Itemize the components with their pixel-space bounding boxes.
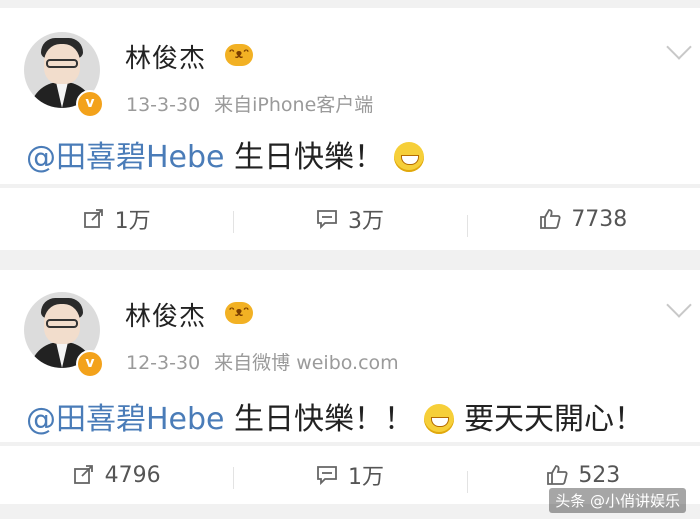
post-source[interactable]: 来自微博 weibo.com — [214, 352, 399, 374]
weibo-post-2: v 林俊杰 ᵔᴥᵔ 12-3-30 来自微博 weibo.com @田喜碧Hebe… — [0, 270, 700, 442]
mention-link[interactable]: @田喜碧Hebe — [26, 140, 225, 175]
laugh-emoji-icon — [394, 142, 425, 172]
like-button[interactable]: 523 — [466, 462, 700, 493]
action-bar-1: 1万 3万 7738 — [0, 188, 700, 250]
chevron-down-icon[interactable] — [666, 292, 692, 318]
like-icon — [547, 465, 568, 485]
comment-icon — [317, 210, 337, 230]
post-meta: 12-3-30 来自微博 weibo.com — [126, 348, 399, 375]
repost-button[interactable]: 1万 — [0, 203, 233, 235]
repost-count: 1万 — [114, 209, 151, 234]
verified-badge-icon: v — [76, 90, 104, 118]
repost-icon — [73, 465, 93, 484]
repost-count: 4796 — [104, 462, 161, 488]
post-body: 生日快樂！！ — [224, 402, 415, 437]
chevron-down-icon[interactable] — [666, 34, 692, 60]
author-name[interactable]: 林俊杰 — [125, 296, 206, 333]
weibo-post-1: v 林俊杰 ᵔᴥᵔ 13-3-30 来自iPhone客户端 @田喜碧Hebe 生日… — [0, 8, 700, 184]
like-button[interactable]: 7738 — [466, 206, 700, 237]
verified-badge-icon: v — [76, 350, 104, 378]
laugh-emoji-icon — [424, 404, 455, 434]
post-body-tail: 要天天開心！ — [464, 402, 645, 437]
like-count: 523 — [578, 462, 621, 488]
post-text: @田喜碧Hebe 生日快樂！！ 要天天開心！ — [26, 394, 644, 438]
like-count: 7738 — [571, 206, 628, 232]
post-date: 12-3-30 — [126, 352, 201, 374]
mention-link[interactable]: @田喜碧Hebe — [26, 402, 225, 437]
vip-badge-icon: ᵔᴥᵔ — [225, 44, 253, 66]
author-name[interactable]: 林俊杰 — [125, 38, 206, 75]
comment-button[interactable]: 1万 — [233, 459, 466, 491]
repost-button[interactable]: 4796 — [0, 463, 233, 488]
comment-button[interactable]: 3万 — [233, 203, 466, 235]
repost-icon — [83, 209, 103, 228]
comment-count: 3万 — [347, 209, 384, 234]
post-text: @田喜碧Hebe 生日快樂！ — [26, 132, 434, 176]
post-date: 13-3-30 — [126, 94, 201, 116]
comment-count: 1万 — [347, 465, 384, 490]
comment-icon — [317, 466, 337, 486]
post-body: 生日快樂！ — [224, 140, 385, 175]
like-icon — [540, 209, 561, 229]
vip-badge-icon: ᵔᴥᵔ — [225, 302, 253, 324]
watermark: 头条 @小俏讲娱乐 — [549, 488, 686, 513]
post-meta: 13-3-30 来自iPhone客户端 — [126, 90, 373, 117]
post-source[interactable]: 来自iPhone客户端 — [214, 94, 373, 116]
